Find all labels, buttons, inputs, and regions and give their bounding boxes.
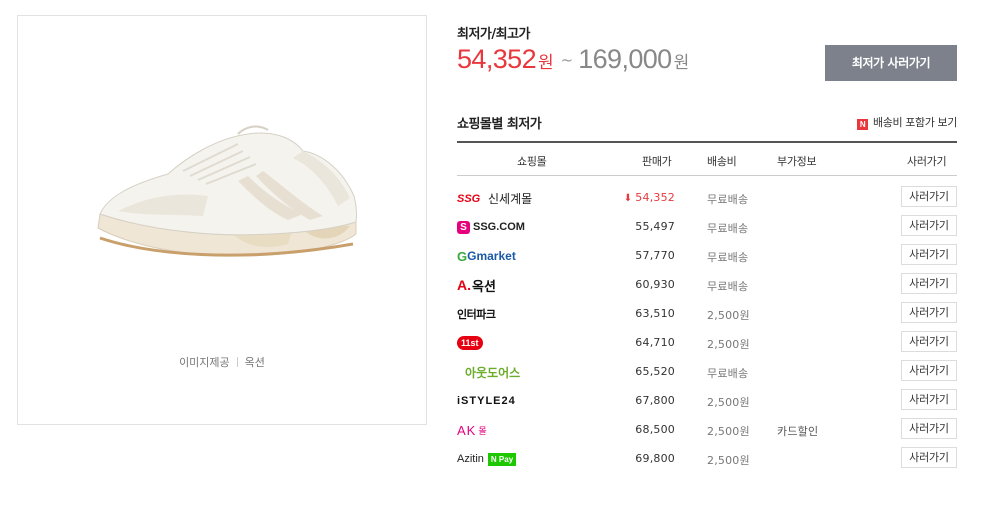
buy-button[interactable]: 사러가기 <box>901 302 957 323</box>
row-price: 55,497 <box>635 220 675 233</box>
buy-button[interactable]: 사러가기 <box>901 331 957 352</box>
product-image <box>97 125 357 257</box>
image-credit: 이미지제공 옥션 <box>18 354 426 370</box>
ssgcom-logo[interactable]: S SSG.COM <box>457 218 525 236</box>
buy-button[interactable]: 사러가기 <box>901 418 957 439</box>
row-extra: 카드할인 <box>777 425 819 438</box>
istyle24-logo[interactable]: iSTYLE24 <box>457 392 516 410</box>
product-image-box: 이미지제공 옥션 <box>17 15 427 425</box>
row-shipping: 2,500원 <box>707 396 750 409</box>
table-row: A. 옥션 60,930 무료배송 사러가기 <box>457 270 957 299</box>
row-price: 64,710 <box>635 336 675 349</box>
buy-button[interactable]: 사러가기 <box>901 186 957 207</box>
row-shipping: 무료배송 <box>707 222 749 235</box>
buy-button[interactable]: 사러가기 <box>901 360 957 381</box>
shinsegae-logo[interactable]: SSG 신세계몰 <box>457 189 532 207</box>
11st-logo[interactable]: 11st <box>457 334 483 352</box>
row-price: 67,800 <box>635 394 675 407</box>
table-row: Azitin N Pay 69,800 2,500원 사러가기 <box>457 444 957 473</box>
outdoors-logo[interactable]: 아웃도어스 <box>465 363 520 381</box>
table-row: 11st 64,710 2,500원 사러가기 <box>457 328 957 357</box>
row-shipping: 무료배송 <box>707 193 749 206</box>
npay-icon: N Pay <box>487 452 517 466</box>
range-tilde: ~ <box>560 51 574 69</box>
table-row: SSG 신세계몰 ⬇ 54,352 무료배송 사러가기 <box>457 183 957 212</box>
row-price: 68,500 <box>635 423 675 436</box>
table-body: SSG 신세계몰 ⬇ 54,352 무료배송 사러가기 S SSG.COM 55,… <box>457 176 957 473</box>
gmarket-g-icon: G <box>457 248 468 264</box>
akmall-logo[interactable]: AK 몰 <box>457 421 487 439</box>
price-range-label: 최저가/최고가 <box>457 27 531 42</box>
row-shipping: 무료배송 <box>707 367 749 380</box>
table-row: iSTYLE24 67,800 2,500원 사러가기 <box>457 386 957 415</box>
11st-icon: 11st <box>457 336 483 350</box>
row-price: 65,520 <box>635 365 675 378</box>
header-shipping: 배송비 <box>707 155 737 168</box>
lowest-price-unit: 원 <box>537 53 554 73</box>
table-row: G Gmarket 57,770 무료배송 사러가기 <box>457 241 957 270</box>
header-mall: 쇼핑몰 <box>517 155 547 168</box>
mall-price-table: 쇼핑몰 판매가 배송비 부가정보 사러가기 SSG 신세계몰 ⬇ 54,352 무… <box>457 141 957 473</box>
lowest-price: 54,352 <box>457 44 537 74</box>
buy-button[interactable]: 사러가기 <box>901 244 957 265</box>
credit-divider <box>236 357 238 367</box>
table-row: 아웃도어스 65,520 무료배송 사러가기 <box>457 357 957 386</box>
interpark-logo[interactable]: 인터파크 <box>457 305 496 323</box>
svg-text:SSG: SSG <box>457 193 481 204</box>
gmarket-logo[interactable]: G Gmarket <box>457 247 516 265</box>
row-price: ⬇ 54,352 <box>623 191 675 204</box>
row-shipping: 2,500원 <box>707 338 750 351</box>
n-badge-icon: N <box>857 119 869 130</box>
table-header: 쇼핑몰 판매가 배송비 부가정보 사러가기 <box>457 141 957 176</box>
row-price: 69,800 <box>635 452 675 465</box>
ak-icon: AK <box>457 422 477 438</box>
mall-section-title: 쇼핑몰별 최저가 <box>457 117 542 132</box>
table-row: S SSG.COM 55,497 무료배송 사러가기 <box>457 212 957 241</box>
shipping-toggle-label: 배송비 포함가 보기 <box>873 116 957 129</box>
buy-button[interactable]: 사러가기 <box>901 447 957 468</box>
row-shipping: 2,500원 <box>707 309 750 322</box>
table-row: AK 몰 68,500 2,500원 카드할인 사러가기 <box>457 415 957 444</box>
image-credit-label: 이미지제공 <box>179 356 230 369</box>
table-row: 인터파크 63,510 2,500원 사러가기 <box>457 299 957 328</box>
shipping-included-toggle[interactable]: N 배송비 포함가 보기 <box>857 114 957 130</box>
auction-a-icon: A. <box>457 277 471 293</box>
buy-button[interactable]: 사러가기 <box>901 273 957 294</box>
row-shipping: 2,500원 <box>707 454 750 467</box>
row-shipping: 2,500원 <box>707 425 750 438</box>
ssg-s-icon: S <box>457 220 470 234</box>
azitin-logo[interactable]: Azitin N Pay <box>457 450 517 468</box>
header-price: 판매가 <box>642 155 672 168</box>
row-shipping: 무료배송 <box>707 280 749 293</box>
price-range: 54,352 원 ~169,000 원 <box>457 44 689 75</box>
row-price: 63,510 <box>635 307 675 320</box>
row-shipping: 무료배송 <box>707 251 749 264</box>
lowest-arrow-icon: ⬇ <box>623 193 633 204</box>
buy-lowest-button[interactable]: 최저가 사러가기 <box>825 45 957 81</box>
row-price: 60,930 <box>635 278 675 291</box>
buy-button[interactable]: 사러가기 <box>901 389 957 410</box>
image-credit-source[interactable]: 옥션 <box>245 356 265 369</box>
shinsegae-icon: SSG <box>457 193 485 204</box>
header-extra: 부가정보 <box>777 155 817 168</box>
highest-price: 169,000 <box>578 44 672 74</box>
highest-price-unit: 원 <box>673 53 690 73</box>
row-price: 57,770 <box>635 249 675 262</box>
auction-logo[interactable]: A. 옥션 <box>457 276 496 295</box>
buy-button[interactable]: 사러가기 <box>901 215 957 236</box>
header-buy: 사러가기 <box>907 155 947 168</box>
